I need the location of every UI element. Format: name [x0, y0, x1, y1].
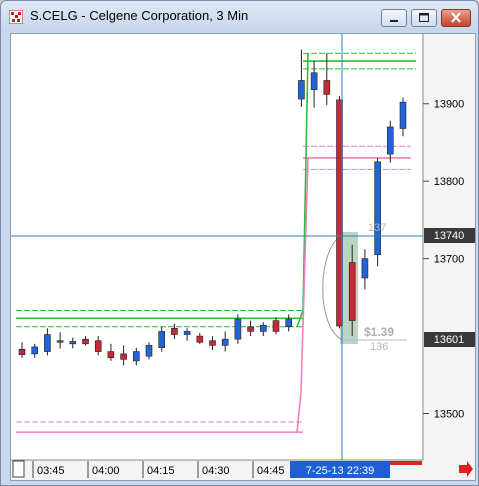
candle-body — [221, 338, 229, 346]
profit-label: $1.39 — [364, 325, 394, 339]
candle-body — [298, 80, 305, 100]
candle-body — [94, 340, 102, 352]
plot-area[interactable] — [11, 34, 423, 460]
candle-body — [399, 101, 407, 129]
chart-window: S.CELG - Celgene Corporation, 3 Min 137 … — [0, 0, 479, 486]
app-chart-icon — [9, 10, 23, 24]
candle-body — [260, 324, 267, 332]
candle-body — [247, 326, 254, 332]
time-tick-label: 04:00 — [92, 465, 120, 477]
maximize-icon — [419, 13, 429, 22]
candle[interactable] — [234, 314, 242, 344]
candle-body — [133, 351, 140, 362]
price-tick-label: 13900 — [434, 99, 465, 111]
candle-body — [69, 341, 77, 345]
candle[interactable] — [374, 157, 381, 267]
candle-body — [285, 318, 293, 328]
time-scale-marker — [390, 461, 422, 465]
candle-body — [82, 338, 89, 345]
minimize-icon — [390, 20, 398, 22]
candle-body — [171, 328, 178, 335]
close-button[interactable] — [441, 9, 471, 27]
crosshair-time-text: 7-25-13 22:39 — [306, 465, 375, 477]
time-tick-label: 04:30 — [202, 465, 230, 477]
candlestick-chart[interactable]: 137 $1.39 136 13900 13800 13700 13500 13740… — [11, 34, 475, 480]
lower-count-label: 136 — [370, 341, 388, 353]
candle-body — [145, 345, 153, 357]
candle-body — [348, 262, 356, 321]
candle-body — [323, 80, 331, 95]
candle-body — [183, 331, 191, 335]
close-icon — [451, 12, 461, 23]
candle-body — [120, 353, 127, 360]
price-tick-label: 13800 — [434, 176, 465, 188]
time-tick-label: 04:15 — [147, 465, 175, 477]
candle-body — [44, 334, 51, 352]
price-tick-label: 13700 — [434, 254, 465, 266]
candle-body — [374, 161, 381, 256]
window-title: S.CELG - Celgene Corporation, 3 Min — [30, 8, 249, 23]
time-scale-toggle[interactable] — [12, 460, 25, 478]
title-bar[interactable]: S.CELG - Celgene Corporation, 3 Min — [1, 1, 478, 33]
time-tick-label: 03:45 — [37, 465, 65, 477]
upper-count-label: 137 — [368, 222, 386, 234]
last-price-text: 13601 — [434, 334, 465, 346]
candle-body — [361, 258, 369, 279]
candle-body — [31, 346, 39, 355]
candle-body — [196, 335, 204, 343]
candle-body — [158, 331, 165, 348]
candle-body — [209, 340, 216, 346]
crosshair-price-text: 13740 — [434, 230, 465, 242]
candle-body — [234, 318, 242, 340]
candle-body — [272, 320, 280, 332]
candle-body — [56, 340, 64, 343]
minimize-button[interactable] — [381, 9, 407, 27]
candle-body — [18, 348, 26, 355]
chart-frame: 137 $1.39 136 13900 13800 13700 13500 13740… — [10, 33, 476, 481]
candle-body — [310, 72, 318, 91]
time-tick-label: 04:45 — [257, 465, 285, 477]
candle-body — [107, 351, 115, 359]
maximize-button[interactable] — [411, 9, 437, 27]
price-tick-label: 13500 — [434, 409, 465, 421]
candle-body — [386, 126, 394, 155]
